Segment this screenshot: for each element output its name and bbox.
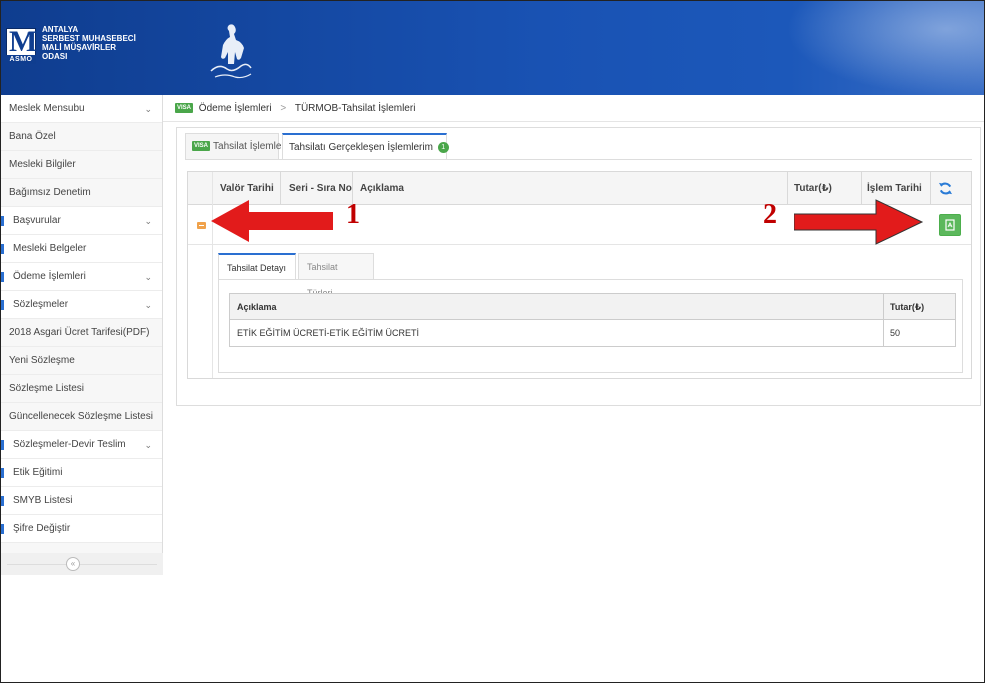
sidebar-item-mesleki-belgeler[interactable]: Mesleki Belgeler xyxy=(1,235,162,263)
breadcrumb-separator: > xyxy=(280,103,287,114)
site-header: M m ASMO ANTALYA SERBEST MUHASEBECİ MALİ… xyxy=(1,1,984,95)
sidebar-item-smyb-listesi[interactable]: SMYB Listesi xyxy=(1,487,162,515)
menu-icon xyxy=(1,300,4,310)
tab-tahsilat-detayi[interactable]: Tahsilat Detayı xyxy=(218,253,296,279)
sidebar-item-sifre-degistir[interactable]: Şifre Değiştir xyxy=(1,515,162,543)
sidebar-item-label: Etik Eğitimi xyxy=(13,467,63,478)
tab-label: Tahsilat İşlemleri xyxy=(213,141,287,152)
tab-tahsilat-turleri[interactable]: Tahsilat Türleri xyxy=(298,253,374,298)
chevron-down-icon: ⌄ xyxy=(144,216,152,226)
tab-label: Tahsilat Detayı xyxy=(227,263,287,273)
sidebar-item-guncellenecek-sozlesme-listesi[interactable]: Güncellenecek Sözleşme Listesi xyxy=(1,403,162,431)
sidebar-item-label: Bana Özel xyxy=(9,131,56,142)
annotation-number-2: 2 xyxy=(763,199,777,230)
refresh-icon[interactable] xyxy=(938,181,953,196)
tab-label: Tahsilatı Gerçekleşen İşlemlerim xyxy=(289,142,433,153)
column-header: Tutar(₺) xyxy=(890,302,925,312)
sidebar-item-label: Başvurular xyxy=(13,215,61,226)
breadcrumb: VISA Ödeme İşlemleri > TÜRMOB-Tahsilat İ… xyxy=(163,95,984,122)
org-line: SERBEST MUHASEBECİ xyxy=(42,34,136,43)
sidebar-item-label: Sözleşmeler xyxy=(13,299,69,310)
sidebar-item-sozlesme-listesi[interactable]: Sözleşme Listesi xyxy=(1,375,162,403)
ataturk-statue-icon xyxy=(210,24,252,79)
detail-tutar: 50 xyxy=(890,328,901,338)
sidebar-item-label: Yeni Sözleşme xyxy=(9,355,75,366)
sidebar-item-sozlesmeler-devir-teslim[interactable]: Sözleşmeler-Devir Teslim ⌄ xyxy=(1,431,162,459)
arrow-left-annotation-icon xyxy=(211,200,333,242)
sidebar-item-odeme-islemleri[interactable]: Ödeme İşlemleri ⌄ xyxy=(1,263,162,291)
sidebar-item-label: SMYB Listesi xyxy=(13,495,73,506)
sidebar: Meslek Mensubu ⌄ Bana Özel Mesleki Bilgi… xyxy=(1,95,163,575)
detail-panel: Açıklama Tutar(₺) ETİK EĞİTİM ÜCRETİ-ETİ… xyxy=(218,279,963,373)
header-decoration xyxy=(786,1,984,95)
sidebar-item-label: Bağımsız Denetim xyxy=(9,187,91,198)
org-name: ANTALYA SERBEST MUHASEBECİ MALİ MÜŞAVİRL… xyxy=(42,25,136,61)
collapse-row-icon[interactable] xyxy=(197,222,206,229)
sidebar-item-label: Mesleki Belgeler xyxy=(13,243,87,254)
tab-tahsilati-gerceklesen[interactable]: Tahsilatı Gerçekleşen İşlemlerim 1 xyxy=(282,133,449,159)
sidebar-item-sozlesmeler[interactable]: Sözleşmeler ⌄ xyxy=(1,291,162,319)
logo-badge: ASMO xyxy=(6,55,36,64)
sidebar-item-label: 2018 Asgari Ücret Tarifesi(PDF) xyxy=(9,327,150,338)
menu-icon xyxy=(1,468,4,478)
count-badge: 1 xyxy=(437,141,449,153)
sidebar-item-label: Güncellenecek Sözleşme Listesi xyxy=(9,411,153,422)
sidebar-item-yeni-sozlesme[interactable]: Yeni Sözleşme xyxy=(1,347,162,375)
sidebar-collapse: « xyxy=(1,553,163,575)
visa-icon: VISA xyxy=(192,141,211,152)
org-line: ANTALYA xyxy=(42,25,79,34)
sidebar-item-basvurular[interactable]: Başvurular ⌄ xyxy=(1,207,162,235)
breadcrumb-item: TÜRMOB-Tahsilat İşlemleri xyxy=(294,103,416,114)
sidebar-item-bana-ozel[interactable]: Bana Özel xyxy=(1,123,162,151)
sidebar-item-meslek-mensubu[interactable]: Meslek Mensubu ⌄ xyxy=(1,95,162,123)
org-line: ODASI xyxy=(42,52,68,61)
divider xyxy=(930,172,931,205)
column-header[interactable]: Açıklama xyxy=(360,172,404,205)
detail-aciklama: ETİK EĞİTİM ÜCRETİ-ETİK EĞİTİM ÜCRETİ xyxy=(237,328,420,338)
sidebar-item-mesleki-bilgiler[interactable]: Mesleki Bilgiler xyxy=(1,151,162,179)
sidebar-item-label: Ödeme İşlemleri xyxy=(13,271,86,282)
content-panel: VISA Tahsilat İşlemleri Tahsilatı Gerçekl… xyxy=(176,127,981,406)
divider xyxy=(787,172,788,205)
sidebar-item-label: Sözleşme Listesi xyxy=(9,383,85,394)
pdf-icon xyxy=(945,219,955,231)
detail-table: Açıklama Tutar(₺) ETİK EĞİTİM ÜCRETİ-ETİ… xyxy=(229,293,956,347)
sidebar-item-label: Şifre Değiştir xyxy=(13,523,71,534)
annotation-number-1: 1 xyxy=(346,199,360,230)
chevron-down-icon: ⌄ xyxy=(144,104,152,114)
menu-icon xyxy=(1,440,4,450)
sidebar-item-bagimsiz-denetim[interactable]: Bağımsız Denetim xyxy=(1,179,162,207)
visa-icon: VISA xyxy=(175,103,194,114)
logo-superscript: m xyxy=(27,30,35,39)
sidebar-item-label: Sözleşmeler-Devir Teslim xyxy=(13,439,126,450)
sidebar-item-etik-egitimi[interactable]: Etik Eğitimi xyxy=(1,459,162,487)
chevron-down-icon: ⌄ xyxy=(144,300,152,310)
browser-frame: M m ASMO ANTALYA SERBEST MUHASEBECİ MALİ… xyxy=(0,0,985,683)
sidebar-item-asgari-ucret-tarifesi[interactable]: 2018 Asgari Ücret Tarifesi(PDF) xyxy=(1,319,162,347)
collapse-sidebar-button[interactable]: « xyxy=(66,557,80,571)
menu-icon xyxy=(1,524,4,534)
menu-icon xyxy=(1,496,4,506)
chevron-down-icon: ⌄ xyxy=(144,440,152,450)
sidebar-item-label: Mesleki Bilgiler xyxy=(9,159,76,170)
divider xyxy=(7,564,157,565)
chevron-down-icon: ⌄ xyxy=(144,272,152,282)
pdf-download-button[interactable] xyxy=(939,214,961,236)
divider xyxy=(185,159,972,160)
sidebar-item-label: Meslek Mensubu xyxy=(9,103,85,114)
detail-table-header: Açıklama Tutar(₺) xyxy=(230,294,955,320)
breadcrumb-item[interactable]: Ödeme İşlemleri xyxy=(199,103,272,114)
column-header: Açıklama xyxy=(237,302,277,312)
menu-icon xyxy=(1,272,4,282)
org-line: MALİ MÜŞAVİRLER xyxy=(42,43,117,52)
row-detail: Tahsilat Detayı Tahsilat Türleri Açıklam… xyxy=(218,253,963,373)
tab-tahsilat-islemleri[interactable]: VISA Tahsilat İşlemleri xyxy=(185,133,287,159)
menu-icon xyxy=(1,244,4,254)
menu-icon xyxy=(1,216,4,226)
table-row: ETİK EĞİTİM ÜCRETİ-ETİK EĞİTİM ÜCRETİ 50 xyxy=(230,320,955,346)
arrow-right-annotation-icon xyxy=(794,199,924,245)
